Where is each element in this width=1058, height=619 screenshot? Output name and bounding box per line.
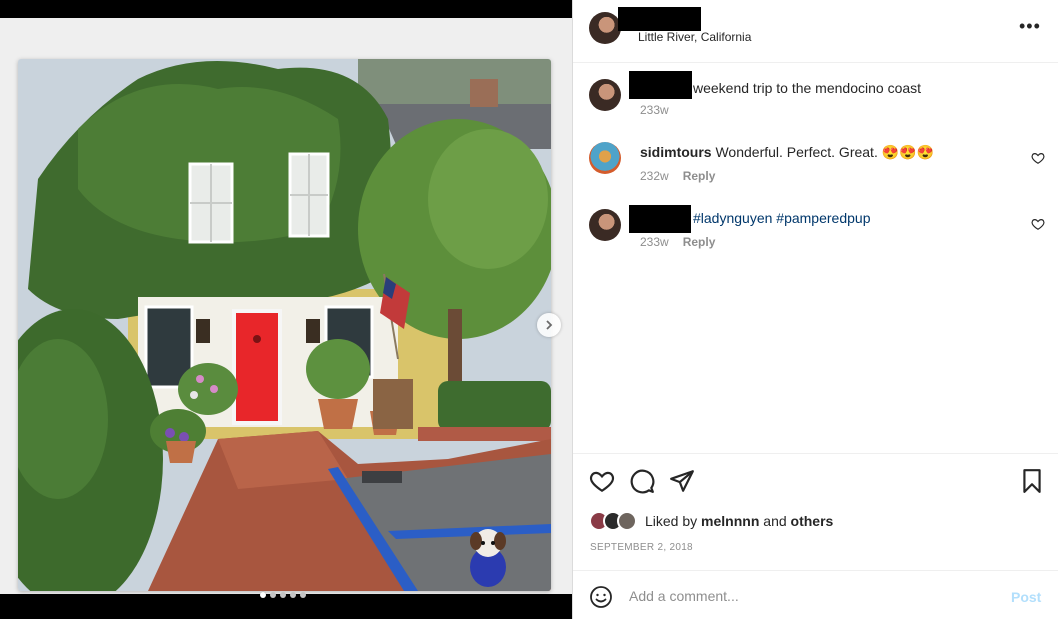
chevron-right-icon (546, 320, 553, 330)
liked-by-others-link[interactable]: others (791, 513, 834, 529)
redacted-username (629, 205, 691, 233)
redacted-username (618, 7, 701, 31)
add-comment-input[interactable] (629, 581, 989, 611)
carousel-dot (260, 592, 266, 598)
comment-time[interactable]: 233w (640, 103, 669, 117)
post-photo[interactable] (18, 59, 551, 591)
comment-body: Wonderful. Perfect. Great. 😍😍😍 (715, 144, 935, 160)
post-sidebar: Little River, California ••• weekend tri… (572, 0, 1058, 619)
author-avatar[interactable] (589, 12, 621, 44)
post-comment-button[interactable]: Post (1011, 589, 1041, 605)
liked-by-prefix: Liked by (645, 513, 698, 529)
comment-avatar[interactable] (589, 142, 621, 174)
comment-avatar[interactable] (589, 209, 621, 241)
more-horizontal-icon: ••• (1019, 16, 1041, 36)
liker-avatars[interactable] (589, 511, 637, 531)
carousel-dot (290, 592, 296, 598)
comment-avatar[interactable] (589, 79, 621, 111)
liked-by-joiner: and (763, 513, 787, 529)
carousel-dot (280, 592, 286, 598)
media-pane (0, 0, 572, 619)
liker-username[interactable]: melnnnn (701, 513, 759, 529)
redacted-username (629, 71, 692, 99)
carousel-dot (300, 592, 306, 598)
media-frame (0, 18, 572, 598)
comment-time[interactable]: 233w (640, 235, 669, 249)
comment-time[interactable]: 232w (640, 169, 669, 183)
like-comment-heart-icon[interactable] (1031, 217, 1045, 231)
share-paper-plane-icon[interactable] (669, 468, 695, 494)
house-photo-illustration (18, 59, 551, 591)
comment-bubble-icon[interactable] (629, 468, 655, 494)
post-date[interactable]: SEPTEMBER 2, 2018 (590, 542, 693, 553)
post-location[interactable]: Little River, California (638, 30, 751, 44)
comment-username[interactable]: sidimtours (640, 144, 712, 160)
like-heart-icon[interactable] (589, 468, 615, 494)
emoji-smiley-icon[interactable] (589, 585, 613, 609)
carousel-next-button[interactable] (537, 313, 561, 337)
comment-meta: 233w Reply (640, 235, 715, 249)
reply-button[interactable]: Reply (683, 235, 716, 249)
like-comment-heart-icon[interactable] (1031, 151, 1045, 165)
bookmark-icon[interactable] (1019, 468, 1045, 494)
caption-text: weekend trip to the mendocino coast (693, 80, 922, 96)
post-actions: Liked by melnnnn and others SEPTEMBER 2,… (573, 453, 1058, 570)
post-header: Little River, California ••• (573, 0, 1058, 63)
carousel-indicator (260, 592, 306, 598)
reply-button[interactable]: Reply (683, 169, 716, 183)
add-comment-bar: Post (573, 570, 1058, 619)
more-options-button[interactable]: ••• (1019, 16, 1041, 37)
comment-hashtags[interactable]: #ladynguyen #pamperedpup (693, 209, 870, 227)
comment-text: sidimtours Wonderful. Perfect. Great. 😍😍… (640, 143, 934, 161)
liked-by-row: Liked by melnnnn and others (589, 511, 833, 531)
carousel-dot (270, 592, 276, 598)
liker-avatar (617, 511, 637, 531)
comment-meta: 232w Reply (640, 169, 715, 183)
comments-list: weekend trip to the mendocino coast 233w… (573, 63, 1058, 453)
comment-meta: 233w (640, 103, 669, 117)
